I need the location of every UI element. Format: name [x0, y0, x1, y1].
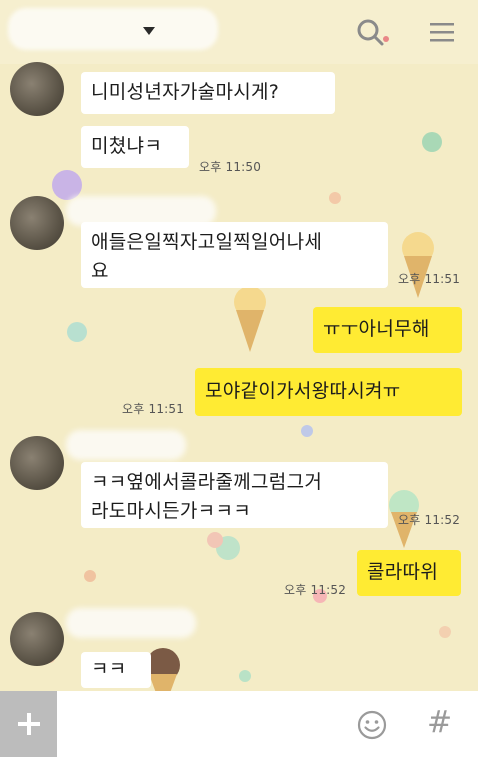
avatar[interactable]: [10, 62, 64, 116]
message-timestamp: 오후 11:51: [122, 402, 185, 416]
chevron-down-icon[interactable]: [142, 26, 156, 36]
message-bubble: 미쳤냐ㅋ: [81, 126, 189, 168]
my-message-bubble: 모야같이가서왕따시켜ㅠ: [195, 368, 462, 416]
message-timestamp: 오후 11:52: [398, 513, 461, 527]
message-line: 애들은일찍자고일찍일어나세: [91, 231, 323, 253]
ice-cream-decoration: [234, 286, 266, 352]
my-message-bubble: ㅠㅜ아너무해: [313, 307, 462, 353]
plus-icon: [17, 713, 40, 735]
attach-plus-button[interactable]: [0, 691, 57, 757]
message-bubble: 애들은일찍자고일찍일어나세 요: [81, 222, 388, 288]
sender-name-redacted: [66, 430, 186, 460]
hamburger-menu-icon[interactable]: [428, 20, 456, 44]
message-timestamp: 오후 11:52: [284, 583, 347, 597]
message-line: ㅋㅋ옆에서콜라줄께그럼그거: [91, 471, 323, 493]
message-line: 요: [91, 260, 109, 282]
emoji-smile-icon[interactable]: [356, 709, 388, 741]
ice-cream-decoration: [402, 232, 434, 298]
my-message-bubble: 콜라따위: [357, 550, 461, 596]
message-bubble: 니미성년자가술마시게?: [81, 72, 335, 114]
sender-name-redacted: [66, 608, 196, 638]
chat-title-redacted: [8, 8, 218, 50]
chat-header: [0, 0, 478, 64]
avatar[interactable]: [10, 196, 64, 250]
avatar[interactable]: [10, 436, 64, 490]
hashtag-search-button[interactable]: #: [427, 705, 452, 740]
message-timestamp: 오후 11:51: [398, 272, 461, 286]
message-line: 라도마시든가ㅋㅋㅋ: [91, 500, 252, 522]
message-timestamp: 오후 11:50: [199, 160, 262, 174]
message-bubble: ㅋㅋ: [81, 652, 151, 688]
avatar[interactable]: [10, 612, 64, 666]
message-bubble: ㅋㅋ옆에서콜라줄께그럼그거 라도마시든가ㅋㅋㅋ: [81, 462, 388, 528]
search-icon[interactable]: [355, 18, 389, 48]
message-input-bar: #: [0, 691, 478, 757]
